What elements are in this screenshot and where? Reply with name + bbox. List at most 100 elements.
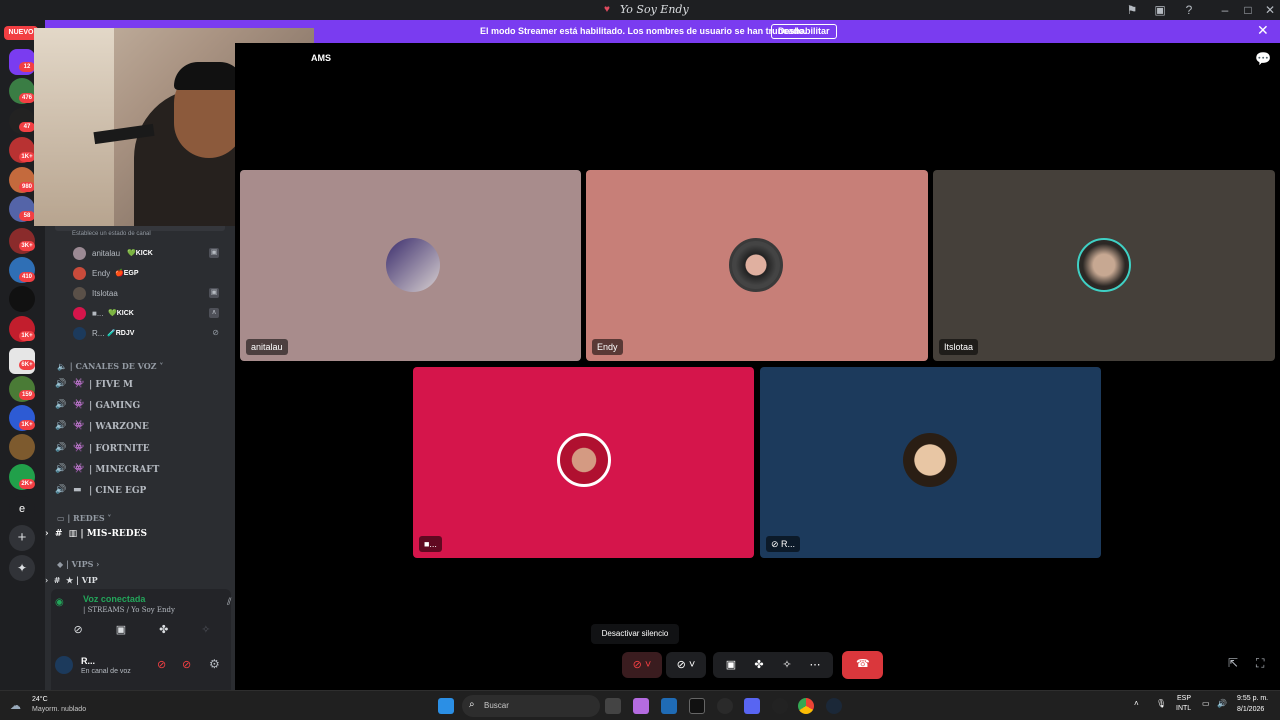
- fullscreen-icon[interactable]: ⛶: [1256, 656, 1264, 671]
- participant-tile[interactable]: ⊘ R...: [760, 367, 1101, 558]
- avatar: [903, 433, 957, 487]
- vips-category-header[interactable]: ◆ | VIPS ›: [57, 559, 99, 569]
- soundboard-icon[interactable]: ✧: [201, 623, 210, 641]
- steam-icon[interactable]: [826, 698, 842, 714]
- weather-temp[interactable]: 24°C: [32, 696, 48, 703]
- help-icon[interactable]: ?: [1181, 2, 1197, 18]
- invader-icon: 👾: [73, 443, 85, 453]
- video-stage: AMS 💬 anitalau Endy Itslotaa ■... ⊘ R...: [235, 43, 1280, 690]
- pin-icon[interactable]: ⚑: [1124, 2, 1140, 18]
- voice-member[interactable]: Itslotaa ▣: [73, 285, 225, 303]
- voice-channel[interactable]: 🔊 👾 | GAMING: [55, 397, 225, 415]
- chat-bubble-icon[interactable]: 💬: [1255, 51, 1271, 67]
- close-banner-icon[interactable]: ✕: [1257, 22, 1269, 39]
- taskbar-search[interactable]: ⌕ Buscar: [462, 695, 600, 717]
- voice-channel[interactable]: 🔊 ▬ | CINE EGP: [55, 482, 225, 500]
- noise-suppression-icon[interactable]: ⫽: [227, 597, 231, 608]
- minimize-icon[interactable]: –: [1217, 2, 1233, 18]
- server-e[interactable]: e: [9, 496, 35, 522]
- more-options-icon[interactable]: ⋯: [801, 652, 829, 678]
- voice-member[interactable]: R... 🧪RDJV ⊘: [73, 325, 225, 343]
- invader-icon: 👾: [73, 464, 85, 474]
- voice-member[interactable]: anitalau 💚KICK ▣: [73, 245, 225, 263]
- participant-name: ⊘ R...: [766, 536, 801, 552]
- add-server-icon[interactable]: +: [9, 525, 35, 551]
- clock-date[interactable]: 8/1/2026: [1237, 706, 1264, 713]
- terminal-icon[interactable]: [689, 698, 705, 714]
- user-name[interactable]: R...: [81, 656, 95, 666]
- weather-icon[interactable]: ☁: [10, 699, 21, 712]
- text-channel-mis-redes[interactable]: › # ▥ | MIS-REDES: [45, 529, 147, 539]
- participant-tile[interactable]: ■...: [413, 367, 754, 558]
- explore-icon[interactable]: ✦: [9, 555, 35, 581]
- channel-name-fragment: AMS: [311, 53, 331, 63]
- participant-name: Itslotaa: [939, 339, 979, 355]
- server-icon[interactable]: [9, 434, 35, 460]
- participant-tile[interactable]: Itslotaa: [933, 170, 1275, 361]
- invader-icon: 👾: [73, 379, 85, 389]
- participant-tile[interactable]: Endy: [586, 170, 928, 361]
- participant-name: Endy: [592, 339, 623, 355]
- mic-muted-icon[interactable]: ⊘: [157, 658, 166, 671]
- language-top[interactable]: ESP: [1177, 695, 1191, 702]
- voice-channel[interactable]: 🔊 👾 | WARZONE: [55, 418, 225, 436]
- soundboard-icon[interactable]: ✧: [773, 652, 801, 678]
- activities-icon[interactable]: ✤: [745, 652, 773, 678]
- close-window-icon[interactable]: ✕: [1262, 2, 1278, 18]
- camera-toggle-button[interactable]: ⊘ ˅: [666, 652, 706, 678]
- activities-icon[interactable]: ✤: [159, 623, 168, 641]
- user-status: En canal de voz: [81, 668, 131, 675]
- mic-tray-icon[interactable]: 🎙: [1156, 699, 1166, 708]
- leave-call-button[interactable]: ☎: [842, 651, 883, 679]
- settings-gear-icon[interactable]: ⚙: [209, 657, 220, 671]
- unmute-button[interactable]: ⊘ ˅: [622, 652, 662, 678]
- server-icon[interactable]: [9, 286, 35, 312]
- member-tag: 💚KICK: [108, 310, 134, 317]
- maximize-icon[interactable]: □: [1240, 2, 1256, 18]
- server-badge: 47: [19, 122, 35, 132]
- obs-icon[interactable]: [772, 698, 788, 714]
- server-badge: 476: [19, 93, 35, 103]
- redes-category-header[interactable]: ▭ | REDES ˅: [57, 513, 111, 523]
- store-icon[interactable]: [661, 698, 677, 714]
- avatar: [386, 238, 440, 292]
- voice-member[interactable]: Endy 🍎EGP: [73, 265, 225, 283]
- text-channel-vip[interactable]: › # ★ | VIP: [45, 575, 98, 585]
- voice-channel[interactable]: 🔊 👾 | FIVE M: [55, 376, 225, 394]
- clock-time[interactable]: 9:55 p. m.: [1237, 695, 1268, 702]
- popout-icon[interactable]: ⇱: [1228, 656, 1238, 670]
- invader-icon: 👾: [73, 421, 85, 431]
- speaker-icon: 🔊: [55, 485, 67, 495]
- avatar[interactable]: [55, 656, 73, 674]
- chrome-icon[interactable]: [798, 698, 814, 714]
- tray-chevron-icon[interactable]: ˄: [1134, 699, 1139, 708]
- server-badge: 58: [19, 211, 35, 221]
- copilot-icon[interactable]: [633, 698, 649, 714]
- participant-name: ■...: [419, 536, 442, 552]
- channel-status-hint[interactable]: Establece un estado de canal: [72, 231, 151, 237]
- language-bottom[interactable]: INTL: [1176, 705, 1191, 712]
- avatar: [1077, 238, 1131, 292]
- avatar: [557, 433, 611, 487]
- windows-start-icon[interactable]: [438, 698, 454, 714]
- task-view-icon[interactable]: [605, 698, 621, 714]
- screen-share-icon[interactable]: ▣: [717, 652, 745, 678]
- inbox-icon[interactable]: ▣: [1152, 2, 1168, 18]
- voice-channel[interactable]: 🔊 👾 | MINECRAFT: [55, 461, 225, 479]
- participant-tile[interactable]: anitalau: [240, 170, 581, 361]
- deafened-icon[interactable]: ⊘: [182, 658, 191, 671]
- voice-member[interactable]: ■... 💚KICK ∧: [73, 305, 225, 323]
- volume-icon[interactable]: 🔊: [1217, 699, 1227, 708]
- discord-icon[interactable]: [744, 698, 760, 714]
- network-icon[interactable]: ▭: [1202, 699, 1210, 708]
- disable-streamer-button[interactable]: Deshabilitar: [771, 24, 837, 39]
- camera-off-icon[interactable]: ⊘: [73, 623, 82, 641]
- window-title: Yo Soy Endy: [620, 3, 689, 16]
- voice-location[interactable]: | STREAMS / Yo Soy Endy: [83, 606, 175, 614]
- weather-desc[interactable]: Mayorm. nublado: [32, 706, 86, 713]
- app-icon[interactable]: [717, 698, 733, 714]
- voice-channel[interactable]: 🔊 👾 | FORTNITE: [55, 440, 225, 458]
- screen-share-icon[interactable]: ▣: [116, 623, 126, 641]
- server-badge: 410: [19, 272, 35, 282]
- voice-category-header[interactable]: 🔈 | CANALES DE VOZ ˅: [57, 361, 163, 371]
